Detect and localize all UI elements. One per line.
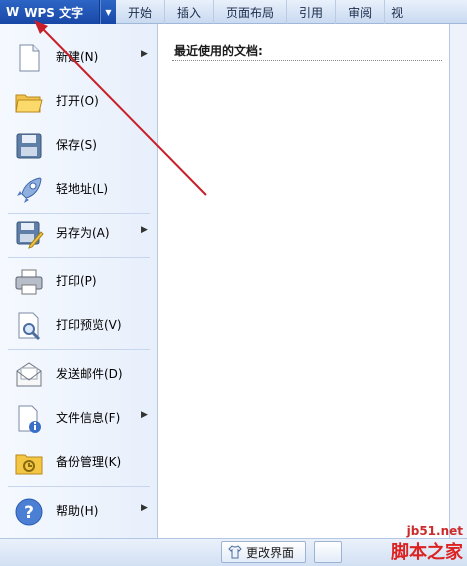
annotation-arrow xyxy=(34,20,207,196)
watermark: jb51.net 脚本之家 xyxy=(323,520,467,566)
watermark-site: jb51.net xyxy=(406,524,463,538)
watermark-text: 脚本之家 xyxy=(391,542,463,563)
